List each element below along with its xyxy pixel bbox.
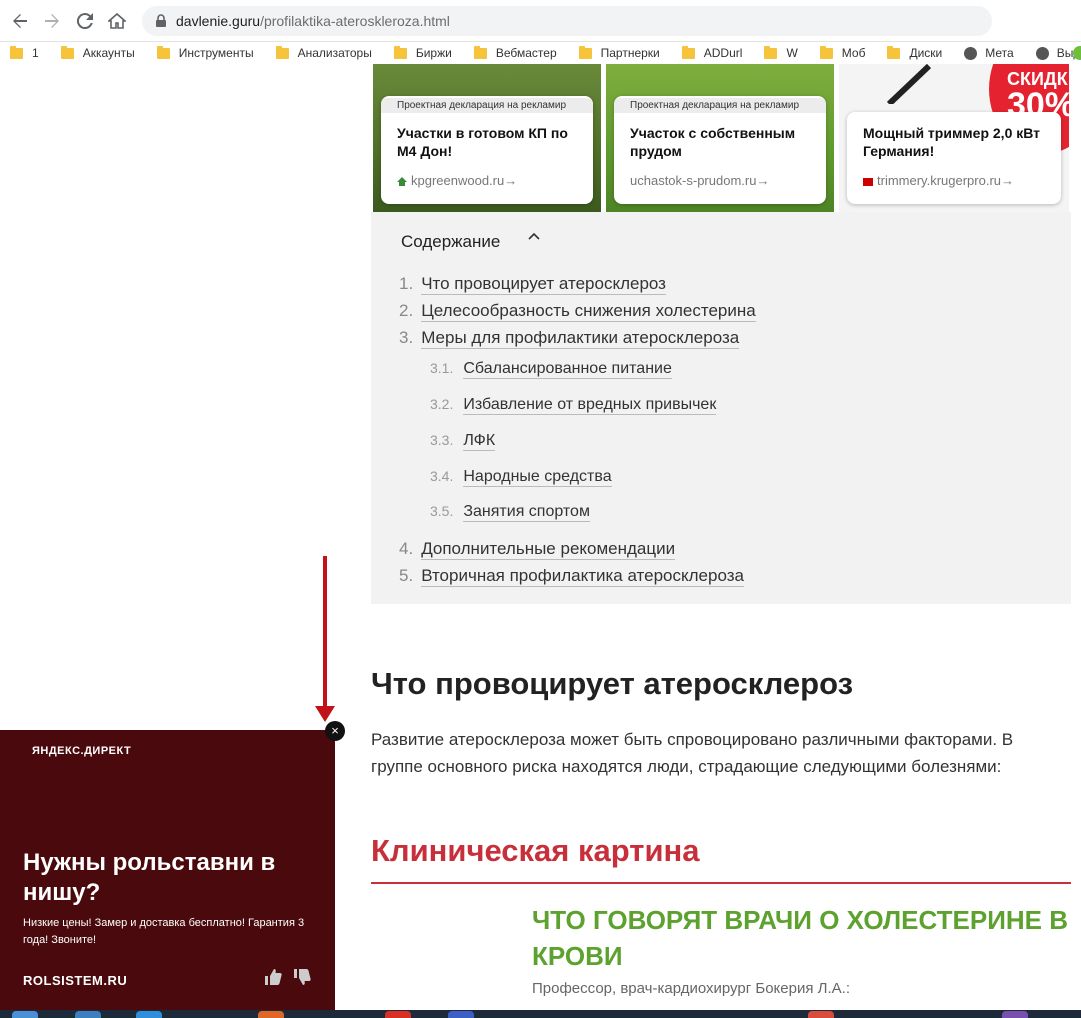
back-icon[interactable] [8,9,32,33]
bookmark-folder[interactable]: Инструменты [156,45,254,60]
toc-collapse-button[interactable] [527,230,541,249]
ad-title: Участок с собственным прудом [630,125,796,159]
ad-card[interactable]: СКИДК 30% Мощный триммер 2,0 кВт Германи… [839,64,1069,212]
start-icon[interactable] [12,1011,38,1018]
ad-card[interactable]: Участок с собственным прудом uchastok-s-… [606,64,834,212]
bookmark-folder[interactable]: Анализаторы [275,45,372,60]
popup-brand: ЯНДЕКС.ДИРЕКТ [32,745,132,757]
bookmark-folder[interactable]: Аккаунты [60,45,135,60]
url-host: davlenie.guru [176,13,261,29]
thumbs-down-icon[interactable] [293,968,311,986]
chevron-up-icon [528,232,540,240]
bookmark-folder[interactable]: Партнерки [578,45,660,60]
ad-title: Участки в готовом КП по М4 Дон! [397,125,568,159]
folder-icon [393,45,407,59]
toc-subitem[interactable]: 3.2. Избавление от вредных привычек [430,396,717,415]
toc-item[interactable]: 3. Меры для профилактики атеросклероза [399,328,740,349]
table-of-contents: Содержание 1. Что провоцирует атеросклеро… [371,212,1071,604]
folder-icon [275,45,289,59]
bookmark-folder[interactable]: 1 [10,45,39,60]
ad-cards: Участки в готовом КП по М4 Дон! kpgreenw… [373,64,1073,212]
article-paragraph: Развитие атеросклероза может быть спрово… [371,730,1014,776]
toc-subitem[interactable]: 3.3. ЛФК [430,432,496,451]
browser-toolbar: davlenie.guru/profilaktika-ateroskleroza… [0,0,1081,42]
globe-icon [964,46,978,60]
bookmarks-bar: 1 Аккаунты Инструменты Анализаторы Биржи… [0,42,1081,64]
bookmark-folder[interactable]: Диски [887,45,942,60]
annotation-arrow [323,556,327,716]
toc-item[interactable]: 2. Целесообразность снижения холестерина [399,301,756,322]
toc-item[interactable]: 1. Что провоцирует атеросклероз [399,274,666,295]
divider [371,882,1071,884]
folder-icon [60,45,74,59]
taskbar [0,1010,1081,1018]
toc-subitem[interactable]: 3.1. Сбалансированное питание [430,360,672,379]
folder-icon [10,45,23,59]
bookmark-link[interactable]: Мета [964,46,1014,60]
section-heading: Что провоцирует атеросклероз [371,666,854,701]
taskbar-app-icon[interactable] [258,1011,284,1018]
forward-icon[interactable] [40,9,64,33]
popup-domain[interactable]: ROLSISTEM.RU [23,973,127,988]
bookmark-folder[interactable]: ADDurl [681,45,742,60]
yandex-direct-popup[interactable]: ЯНДЕКС.ДИРЕКТ Нужны рольставни в нишу? Н… [0,730,335,1010]
red-section-heading: Клиническая картина [371,833,700,868]
taskbar-app-icon[interactable] [808,1011,834,1018]
house-icon [397,177,407,187]
folder-icon [156,45,170,59]
quote-author: Профессор, врач-кардиохирург Бокерия Л.А… [532,980,850,997]
folder-icon [887,45,901,59]
ad-declaration: Проектная декларация на рекламир [381,98,593,113]
home-icon[interactable] [105,9,129,33]
ad-title: Мощный триммер 2,0 кВт Германия! [863,125,1041,159]
taskbar-app-icon[interactable] [385,1011,411,1018]
taskbar-app-icon[interactable] [136,1011,162,1018]
taskbar-app-icon[interactable] [1002,1011,1028,1018]
folder-icon [473,45,487,59]
close-icon[interactable]: × [325,721,345,741]
lock-icon [156,14,166,27]
ad-domain: trimmery.krugerpro.ru→ [863,173,1014,188]
folder-icon [819,45,833,59]
ad-declaration: Проектная декларация на рекламир [614,98,826,113]
url-path: /profilaktika-ateroskleroza.html [260,13,450,29]
folder-icon [764,45,778,59]
ad-card[interactable]: Участки в готовом КП по М4 Дон! kpgreenw… [373,64,601,212]
bookmark-folder[interactable]: Биржи [393,45,452,60]
toc-title: Содержание [401,232,501,251]
ad-domain: uchastok-s-prudom.ru→ [630,173,770,188]
taskbar-app-icon[interactable] [448,1011,474,1018]
ad-domain: kpgreenwood.ru→ [397,173,517,188]
toc-subitem[interactable]: 3.5. Занятия спортом [430,503,590,522]
promo-heading[interactable]: ЧТО ГОВОРЯТ ВРАЧИ О ХОЛЕСТЕРИНЕ В КРОВИ [532,902,1077,974]
extension-icon[interactable] [1073,46,1081,60]
toc-item[interactable]: 4. Дополнительные рекомендации [399,539,676,560]
bookmark-folder[interactable]: W [764,45,798,60]
thumbs-up-icon[interactable] [264,968,282,986]
toc-subitem[interactable]: 3.4. Народные средства [430,468,612,487]
globe-icon [1035,46,1049,60]
folder-icon [681,45,695,59]
popup-text: Низкие цены! Замер и доставка бесплатно!… [23,917,305,946]
taskbar-app-icon[interactable] [75,1011,101,1018]
trimmer-image [886,64,932,104]
folder-icon [578,45,592,59]
address-bar[interactable]: davlenie.guru/profilaktika-ateroskleroza… [142,6,992,36]
popup-title[interactable]: Нужны рольставни в нишу? [23,848,323,908]
bookmark-folder[interactable]: Моб [819,45,865,60]
reload-icon[interactable] [73,9,97,33]
toc-item[interactable]: 5. Вторичная профилактика атеросклероза [399,566,744,587]
bookmark-folder[interactable]: Вебмастер [473,45,557,60]
annotation-arrow-head [315,706,335,722]
kruger-icon [863,177,873,186]
